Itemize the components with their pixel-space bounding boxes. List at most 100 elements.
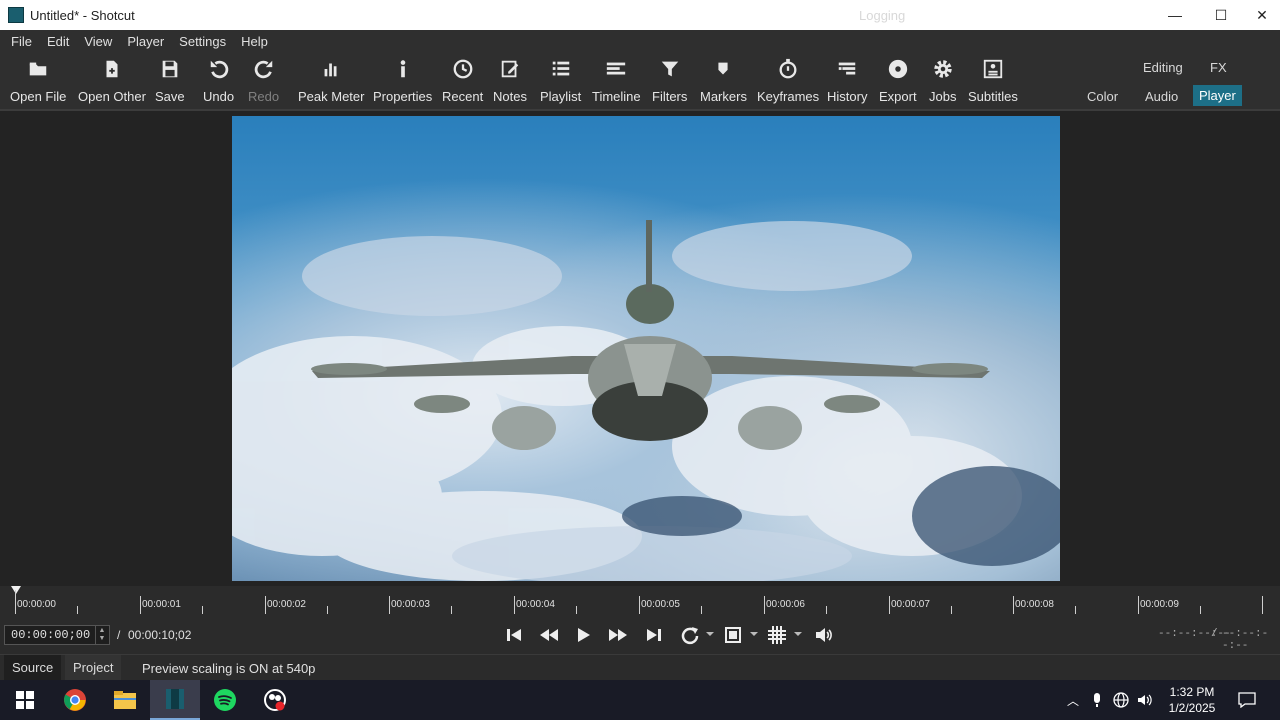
clock-time: 1:32 PM	[1169, 685, 1215, 699]
keyframes-button[interactable]: Keyframes	[757, 56, 819, 106]
layout-player[interactable]: Player	[1193, 85, 1242, 106]
taskbar-obs[interactable]	[250, 680, 300, 720]
layout-audio[interactable]: Audio	[1139, 86, 1184, 107]
zoom-fit-icon	[725, 627, 741, 643]
grid-dropdown-caret[interactable]	[794, 632, 802, 636]
layout-fx[interactable]: FX	[1204, 57, 1233, 78]
ruler-time-label: 00:00:08	[1015, 599, 1054, 610]
ruler-time-label: 00:00:00	[17, 599, 56, 610]
save-button[interactable]: Save	[155, 56, 185, 106]
menu-file[interactable]: File	[0, 34, 39, 49]
recent-button[interactable]: Recent	[442, 56, 483, 106]
undo-icon	[206, 56, 232, 82]
menu-edit[interactable]: Edit	[39, 34, 76, 49]
redo-button[interactable]: Redo	[248, 56, 279, 106]
shotcut-icon	[166, 689, 184, 709]
menu-bar: File Edit View Player Settings Help	[0, 30, 1280, 52]
grid-button[interactable]	[766, 624, 788, 646]
gear-icon	[930, 56, 956, 82]
peak-meter-button[interactable]: Peak Meter	[298, 56, 364, 106]
timecode-ruler[interactable]: 00:00:00 00:00:01 00:00:02 00:00:03 00:00:04…	[0, 586, 1280, 616]
skip-to-start-button[interactable]	[503, 624, 525, 646]
taskbar-spotify[interactable]	[200, 680, 250, 720]
ruler-time-label: 00:00:07	[891, 599, 930, 610]
play-button[interactable]	[573, 624, 593, 646]
open-other-button[interactable]: Open Other	[78, 56, 146, 106]
jobs-button[interactable]: Jobs	[929, 56, 956, 106]
folder-icon	[25, 56, 51, 82]
microphone-icon[interactable]	[1088, 680, 1106, 720]
timecode-spinner[interactable]: ▲ ▼	[95, 626, 108, 644]
tray-overflow-icon[interactable]: ︿	[1064, 680, 1082, 720]
ruler-major-tick	[514, 596, 515, 614]
ruler-time-label: 00:00:02	[267, 599, 306, 610]
out-point-timecode: --:--:--:--	[1222, 628, 1269, 652]
play-icon	[578, 628, 590, 642]
loop-dropdown-caret[interactable]	[706, 632, 714, 636]
stopwatch-icon	[775, 56, 801, 82]
disc-icon	[885, 56, 911, 82]
menu-view[interactable]: View	[76, 34, 119, 49]
loop-icon	[681, 627, 699, 645]
start-button[interactable]	[0, 680, 50, 720]
maximize-button[interactable]: ☐	[1198, 0, 1244, 30]
ruler-minor-tick	[951, 606, 952, 614]
window-title: Untitled* - Shotcut	[30, 7, 135, 23]
layout-color[interactable]: Color	[1081, 86, 1124, 107]
skip-to-end-button[interactable]	[643, 624, 665, 646]
redo-icon	[251, 56, 277, 82]
subtitles-button[interactable]: Subtitles	[968, 56, 1018, 106]
tab-project[interactable]: Project	[65, 655, 122, 680]
ruler-major-tick	[265, 596, 266, 614]
notifications-icon[interactable]	[1234, 680, 1260, 720]
menu-settings[interactable]: Settings	[171, 34, 233, 49]
ruler-major-tick	[889, 596, 890, 614]
rewind-button[interactable]	[537, 624, 561, 646]
taskbar-file-explorer[interactable]	[100, 680, 150, 720]
markers-button[interactable]: Markers	[700, 56, 747, 106]
tab-source[interactable]: Source	[4, 655, 62, 680]
open-file-button[interactable]: Open File	[10, 56, 66, 106]
spin-down-icon[interactable]: ▼	[99, 635, 106, 643]
info-icon	[390, 56, 416, 82]
undo-button[interactable]: Undo	[203, 56, 234, 106]
playhead-marker[interactable]	[11, 586, 21, 594]
duration-timecode: 00:00:10;02	[128, 628, 192, 642]
zoom-dropdown-caret[interactable]	[750, 632, 758, 636]
volume-icon	[816, 628, 832, 642]
taskbar-chrome[interactable]	[50, 680, 100, 720]
skip-start-icon	[507, 629, 521, 641]
windows-logo-icon	[16, 691, 34, 709]
volume-button[interactable]	[812, 624, 836, 646]
layout-logging[interactable]: Logging	[853, 5, 911, 26]
rewind-icon	[540, 629, 558, 641]
video-preview[interactable]	[232, 116, 1060, 581]
minimize-button[interactable]: —	[1152, 0, 1198, 30]
zoom-button[interactable]	[722, 624, 744, 646]
menu-help[interactable]: Help	[233, 34, 275, 49]
taskbar-shotcut[interactable]	[150, 680, 200, 720]
menu-player[interactable]: Player	[119, 34, 171, 49]
filters-button[interactable]: Filters	[652, 56, 687, 106]
loop-button[interactable]	[679, 624, 701, 646]
export-button[interactable]: Export	[879, 56, 917, 106]
fast-forward-button[interactable]	[606, 624, 630, 646]
ruler-major-tick	[639, 596, 640, 614]
clock-date: 1/2/2025	[1168, 701, 1216, 715]
timeline-button[interactable]: Timeline	[592, 56, 641, 106]
close-button[interactable]: ✕	[1244, 0, 1280, 30]
playlist-button[interactable]: Playlist	[540, 56, 581, 106]
history-button[interactable]: History	[827, 56, 867, 106]
speaker-icon[interactable]	[1135, 680, 1155, 720]
properties-button[interactable]: Properties	[373, 56, 432, 106]
layout-editing[interactable]: Editing	[1137, 57, 1189, 78]
marker-icon	[710, 56, 736, 82]
notes-icon	[497, 56, 523, 82]
windows-taskbar: ︿ 1:32 PM 1/2/2025	[0, 680, 1280, 720]
player-tabs: Source Project Preview scaling is ON at …	[0, 654, 1280, 680]
notes-button[interactable]: Notes	[493, 56, 527, 106]
spin-up-icon[interactable]: ▲	[99, 627, 106, 635]
network-globe-icon[interactable]	[1111, 680, 1131, 720]
skip-end-icon	[647, 629, 661, 641]
taskbar-clock[interactable]: 1:32 PM 1/2/2025	[1160, 684, 1224, 716]
